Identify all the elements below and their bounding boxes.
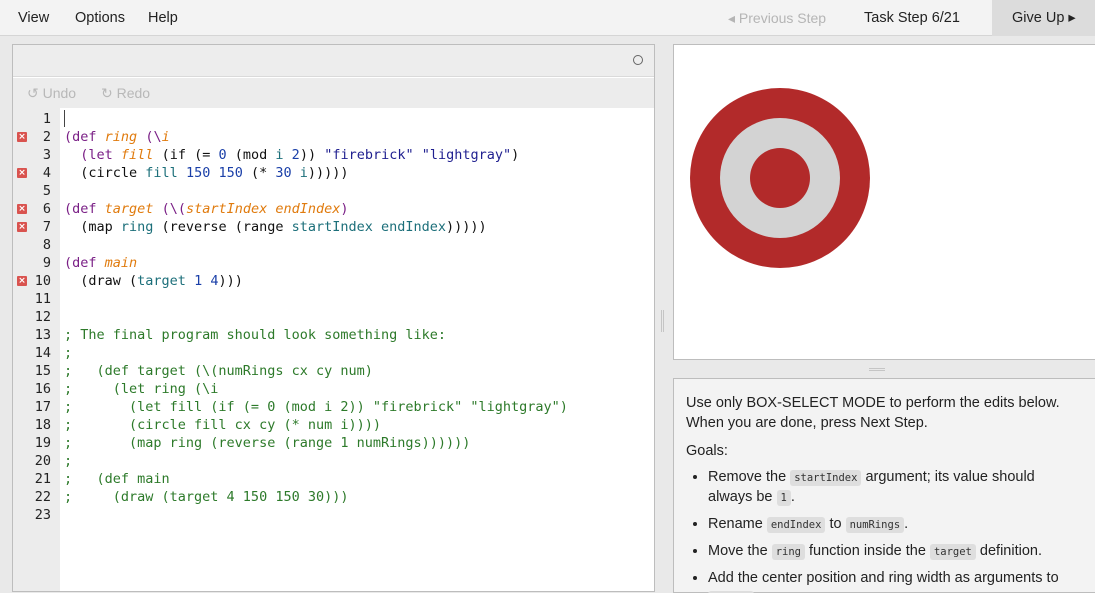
- code-line-10[interactable]: (draw (target 1 4))): [64, 272, 243, 290]
- line-number: 11: [34, 291, 51, 307]
- code-tag: startIndex: [790, 470, 862, 486]
- code-line-2[interactable]: (def ring (\i: [64, 128, 170, 146]
- line-number: 17: [34, 399, 51, 415]
- code-line-21[interactable]: ; (def main: [64, 470, 170, 488]
- line-number: 8: [42, 237, 51, 253]
- app-root: View Options Help ◂ Previous Step Task S…: [0, 0, 1095, 593]
- panel-toggle-icon[interactable]: [633, 55, 643, 65]
- code-line-15[interactable]: ; (def target (\(numRings cx cy num): [64, 362, 373, 380]
- task-step-label: Task Step 6/21: [864, 10, 960, 26]
- goal-item: Add the center position and ring width a…: [708, 568, 1083, 593]
- code-line-16[interactable]: ; (let ring (\i: [64, 380, 218, 398]
- code-line-7[interactable]: (map ring (reverse (range startIndex end…: [64, 218, 486, 236]
- code-line-4[interactable]: (circle fill 150 150 (* 30 i))))): [64, 164, 348, 182]
- menu-bar: View Options Help ◂ Previous Step Task S…: [0, 0, 1095, 36]
- code-line-14[interactable]: ;: [64, 344, 72, 362]
- undo-button[interactable]: ↺ Undo: [27, 78, 76, 108]
- goal-list: Remove the startIndex argument; its valu…: [686, 467, 1083, 593]
- code-line-3[interactable]: (let fill (if (= 0 (mod i 2)) "firebrick…: [64, 146, 519, 164]
- output-canvas-panel: [673, 44, 1095, 360]
- goal-item: Rename endIndex to numRings.: [708, 514, 1083, 534]
- code-line-22[interactable]: ; (draw (target 4 150 150 30))): [64, 488, 348, 506]
- line-number: 20: [34, 453, 51, 469]
- line-number: 19: [34, 435, 51, 451]
- line-number: 23: [34, 507, 51, 523]
- code-tag: 1: [776, 490, 791, 506]
- code-tag: ring: [771, 544, 805, 560]
- code-line-17[interactable]: ; (let fill (if (= 0 (mod i 2)) "firebri…: [64, 398, 568, 416]
- goals-label: Goals:: [686, 443, 728, 459]
- code-editor-panel: ↺ Undo ↻ Redo 1 2 × 3 4 × 5 6 × 7 × 8 9 10 × 11 12 13 14 15…: [12, 44, 655, 592]
- line-number-gutter: 1 2 × 3 4 × 5 6 × 7 × 8 9 10 × 11 12 13 14 15 16 17 18 19 20 21 22…: [13, 108, 60, 591]
- line-number: 18: [34, 417, 51, 433]
- code-tag: endIndex: [766, 517, 826, 533]
- error-marker-icon[interactable]: ×: [17, 168, 27, 178]
- code-line-6[interactable]: (def target (\(startIndex endIndex): [64, 200, 349, 218]
- line-number: 12: [34, 309, 51, 325]
- target-canvas[interactable]: [674, 45, 1095, 359]
- error-marker-icon[interactable]: ×: [17, 276, 27, 286]
- code-area[interactable]: (def ring (\i (let fill (if (= 0 (mod i …: [60, 108, 654, 591]
- line-number: 3: [42, 147, 51, 163]
- line-number: 1: [42, 111, 51, 127]
- code-tag: target: [929, 544, 976, 560]
- undo-redo-bar: ↺ Undo ↻ Redo: [13, 78, 654, 108]
- goal-item: Move the ring function inside the target…: [708, 541, 1083, 561]
- editor-header: [13, 45, 654, 77]
- goal-item: Remove the startIndex argument; its valu…: [708, 467, 1083, 507]
- instructions-panel: Use only BOX-SELECT MODE to perform the …: [673, 378, 1095, 593]
- give-up-button[interactable]: Give Up ▸: [992, 0, 1095, 36]
- line-number: 13: [34, 327, 51, 343]
- code-tag: numRings: [845, 517, 905, 533]
- code-line-13[interactable]: ; The final program should look somethin…: [64, 326, 446, 344]
- text-cursor: [64, 110, 65, 127]
- line-number: 9: [42, 255, 51, 271]
- menu-help[interactable]: Help: [148, 0, 178, 36]
- line-number: 21: [34, 471, 51, 487]
- error-marker-icon[interactable]: ×: [17, 132, 27, 142]
- menu-options[interactable]: Options: [75, 0, 125, 36]
- line-number: 22: [34, 489, 51, 505]
- error-marker-icon[interactable]: ×: [17, 222, 27, 232]
- redo-button[interactable]: ↻ Redo: [101, 78, 150, 108]
- code-line-19[interactable]: ; (map ring (reverse (range 1 numRings))…: [64, 434, 470, 452]
- code-line-9[interactable]: (def main: [64, 254, 137, 272]
- ring-1[interactable]: [750, 148, 810, 208]
- code-line-20[interactable]: ;: [64, 452, 72, 470]
- instructions-intro: Use only BOX-SELECT MODE to perform the …: [686, 395, 1060, 431]
- menu-view[interactable]: View: [18, 0, 49, 36]
- line-number: 5: [42, 183, 51, 199]
- line-number: 16: [34, 381, 51, 397]
- error-marker-icon[interactable]: ×: [17, 204, 27, 214]
- horizontal-splitter-handle[interactable]: [869, 368, 885, 371]
- code-line-18[interactable]: ; (circle fill cx cy (* num i)))): [64, 416, 381, 434]
- vertical-splitter-handle[interactable]: [661, 310, 664, 332]
- line-number: 14: [34, 345, 51, 361]
- previous-step-button[interactable]: ◂ Previous Step: [728, 0, 826, 36]
- line-number: 15: [34, 363, 51, 379]
